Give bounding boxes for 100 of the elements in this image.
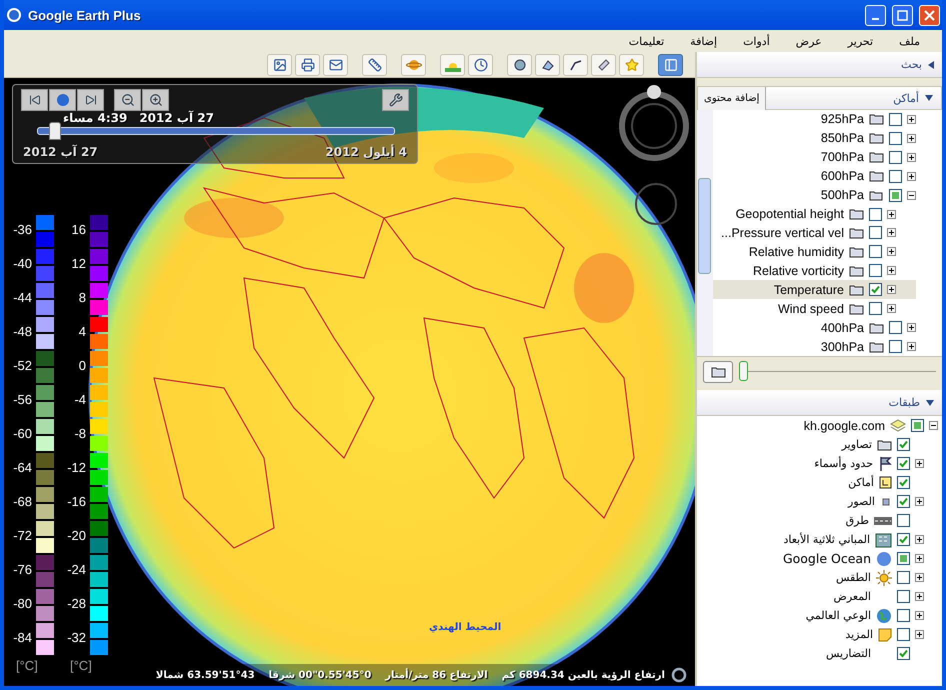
skip-forward-button[interactable]: [77, 89, 104, 111]
tree-item[interactable]: تصاوير: [697, 435, 938, 454]
minimize-button[interactable]: [865, 4, 886, 26]
checkbox[interactable]: [897, 590, 910, 603]
tree-item[interactable]: 400hPa: [713, 318, 916, 338]
checkbox[interactable]: [897, 514, 910, 527]
tree-item[interactable]: Relative vorticity: [713, 261, 916, 280]
image-overlay-button[interactable]: [267, 54, 292, 76]
checkbox[interactable]: [889, 150, 902, 164]
collapse-toggle[interactable]: [929, 421, 938, 430]
tree-item[interactable]: 700hPa: [713, 148, 916, 167]
menu-item[interactable]: عرض: [796, 34, 822, 48]
zoom-out-button[interactable]: [114, 89, 141, 111]
expand-toggle[interactable]: [887, 266, 896, 276]
slider-thumb[interactable]: [739, 361, 748, 381]
checkbox[interactable]: [889, 112, 902, 126]
sidebar-toggle-button[interactable]: [658, 54, 683, 76]
expand-toggle[interactable]: [907, 134, 916, 143]
print-button[interactable]: [295, 54, 320, 76]
expand-toggle[interactable]: [915, 611, 924, 620]
add-path-button[interactable]: [563, 54, 588, 76]
checkbox[interactable]: [869, 264, 882, 278]
menu-item[interactable]: إضافة: [690, 34, 718, 48]
expand-toggle[interactable]: [915, 592, 924, 601]
tree-item[interactable]: حدود وأسماء: [697, 454, 938, 473]
tree-item[interactable]: الوعي العالمي: [697, 606, 938, 625]
checkbox[interactable]: [897, 457, 910, 470]
map-view[interactable]: [4, 78, 695, 686]
expand-toggle[interactable]: [907, 342, 916, 352]
tree-item[interactable]: Temperature: [713, 280, 916, 300]
sunlight-button[interactable]: [440, 54, 465, 76]
slider-thumb[interactable]: [48, 122, 61, 140]
add-overlay-button[interactable]: [591, 54, 616, 76]
tree-item[interactable]: المعرض: [697, 587, 938, 606]
checkbox[interactable]: [869, 302, 882, 316]
expand-toggle[interactable]: [907, 152, 916, 162]
expand-toggle[interactable]: [887, 285, 896, 294]
checkbox[interactable]: [897, 533, 910, 546]
expand-toggle[interactable]: [915, 497, 924, 506]
expand-toggle[interactable]: [887, 304, 896, 314]
settings-button[interactable]: [382, 89, 409, 111]
expand-toggle[interactable]: [887, 210, 896, 219]
checkbox[interactable]: [911, 419, 924, 432]
search-panel-header[interactable]: بحث: [697, 52, 942, 78]
checkbox[interactable]: [897, 628, 910, 641]
tree-item[interactable]: Wind speed: [713, 299, 916, 318]
tree-item[interactable]: المباني ثلاثية الأبعاد: [697, 530, 938, 549]
tree-item[interactable]: الصور: [697, 492, 938, 511]
zoom-control-icon[interactable]: [634, 182, 678, 226]
menu-item[interactable]: تعليمات: [628, 34, 664, 48]
tree-item[interactable]: Pressure vertical vel...: [713, 224, 916, 242]
menu-item[interactable]: ملف: [899, 34, 920, 48]
checkbox[interactable]: [889, 321, 902, 334]
checkbox[interactable]: [889, 340, 902, 354]
tree-item[interactable]: Google Ocean: [697, 549, 938, 568]
add-polygon-button[interactable]: [535, 54, 560, 76]
checkbox[interactable]: [897, 552, 910, 565]
zoom-in-button[interactable]: [142, 89, 169, 111]
menu-item[interactable]: أدوات: [743, 34, 770, 48]
tree-item[interactable]: 850hPa: [713, 128, 916, 148]
expand-toggle[interactable]: [887, 228, 896, 238]
layers-panel-header[interactable]: طبقات: [697, 390, 942, 416]
tree-item[interactable]: 600hPa: [713, 166, 916, 186]
add-star-button[interactable]: [619, 54, 644, 76]
expand-toggle[interactable]: [887, 247, 896, 256]
transparency-slider[interactable]: [739, 360, 936, 382]
scrollbar[interactable]: [697, 110, 713, 356]
tree-item[interactable]: طرق: [697, 511, 938, 530]
planet-button[interactable]: [401, 54, 426, 76]
add-content-button[interactable]: إضافة محتوى: [698, 86, 766, 110]
tree-item[interactable]: التضاريس: [697, 644, 938, 663]
checkbox[interactable]: [869, 283, 882, 296]
clock-button[interactable]: [468, 54, 493, 76]
checkbox[interactable]: [897, 438, 910, 451]
expand-toggle[interactable]: [907, 172, 916, 181]
tree-item[interactable]: Geopotential height: [713, 204, 916, 224]
play-button[interactable]: [49, 89, 76, 111]
expand-toggle[interactable]: [915, 554, 924, 563]
checkbox[interactable]: [897, 476, 910, 489]
expand-toggle[interactable]: [907, 323, 916, 332]
checkbox[interactable]: [889, 188, 902, 202]
folder-button[interactable]: [703, 360, 733, 382]
collapse-toggle[interactable]: [907, 190, 916, 200]
skip-back-button[interactable]: [21, 89, 48, 111]
tree-item[interactable]: Relative humidity: [713, 242, 916, 262]
email-button[interactable]: [323, 54, 348, 76]
add-placemark-button[interactable]: [507, 54, 532, 76]
checkbox[interactable]: [897, 647, 910, 660]
checkbox[interactable]: [869, 245, 882, 258]
expand-toggle[interactable]: [915, 459, 924, 468]
tree-item[interactable]: 300hPa: [713, 337, 916, 356]
checkbox[interactable]: [897, 571, 910, 584]
tree-item[interactable]: 500hPa: [713, 186, 916, 205]
tree-item[interactable]: kh.google.com: [697, 416, 938, 435]
ruler-button[interactable]: [362, 54, 387, 76]
menu-item[interactable]: تحرير: [848, 34, 874, 48]
checkbox[interactable]: [897, 495, 910, 508]
maximize-button[interactable]: [892, 4, 913, 26]
checkbox[interactable]: [897, 609, 910, 622]
tree-item[interactable]: 925hPa: [713, 110, 916, 129]
